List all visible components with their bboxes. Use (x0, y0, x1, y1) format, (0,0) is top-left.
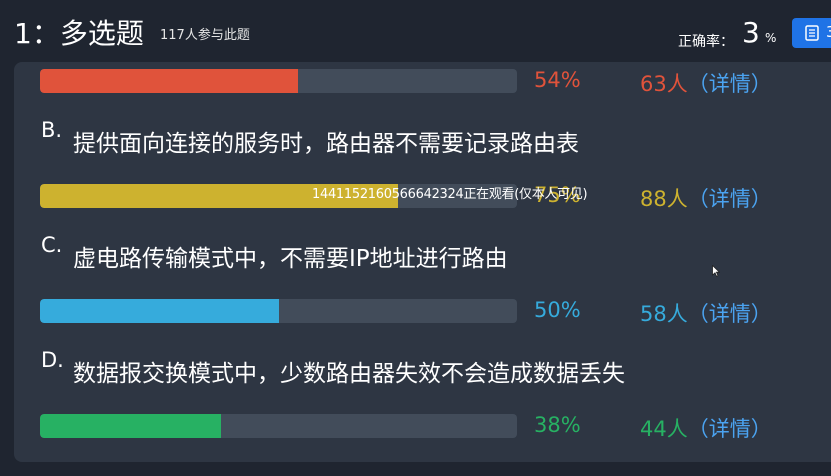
option-d-count: 44人 (640, 417, 688, 441)
option-c-percent: 50% (534, 298, 581, 322)
option-c-letter: C. (41, 233, 63, 257)
option-d-count-row: 44人（详情） (640, 413, 772, 443)
option-a-percent: 54% (534, 68, 581, 92)
option-c-count-row: 58人（详情） (640, 298, 772, 328)
option-a-close-paren: ） (750, 72, 772, 96)
option-a-open-paren: （ (687, 72, 709, 96)
results-panel: 54% 63人（详情） B. 提供面向连接的服务时，路由器不需要记录路由表 75… (14, 62, 831, 462)
option-c-count: 58人 (640, 302, 688, 326)
option-d-bar (40, 414, 517, 438)
option-a-detail-link[interactable]: 详情 (709, 72, 751, 96)
option-a-bar (40, 69, 517, 93)
option-b-count: 88人 (640, 187, 688, 211)
option-c-bar (40, 299, 517, 323)
option-d-detail-link[interactable]: 详情 (709, 417, 751, 441)
option-a-count: 63人 (640, 72, 688, 96)
option-b-open-paren: （ (687, 187, 709, 211)
accuracy-unit: % (765, 31, 777, 45)
list-button-label: 3 (826, 23, 831, 41)
option-a-count-row: 63人（详情） (640, 68, 772, 98)
option-c-fill (40, 299, 279, 323)
option-c-detail-link[interactable]: 详情 (709, 302, 751, 326)
list-icon (805, 25, 819, 41)
option-b-detail-link[interactable]: 详情 (709, 187, 751, 211)
option-d-open-paren: （ (687, 417, 709, 441)
option-b-count-row: 88人（详情） (640, 183, 772, 213)
option-d-letter: D. (41, 348, 64, 372)
accuracy-label: 正确率： (678, 34, 734, 50)
viewer-watermark: 1441152160566642324正在观看(仅本人可见) (312, 187, 588, 202)
option-b-text: 提供面向连接的服务时，路由器不需要记录路由表 (73, 131, 579, 157)
option-d-percent: 38% (534, 413, 581, 437)
option-c-close-paren: ） (750, 302, 772, 326)
question-title: 1：多选题 (14, 17, 144, 50)
option-b-close-paren: ） (750, 187, 772, 211)
option-c-open-paren: （ (687, 302, 709, 326)
mouse-cursor-icon (712, 265, 720, 277)
accuracy-value: 3 (742, 16, 760, 49)
option-c-text: 虚电路传输模式中，不需要IP地址进行路由 (73, 246, 508, 272)
option-b-letter: B. (41, 118, 63, 142)
option-d-close-paren: ） (750, 417, 772, 441)
question-list-button[interactable]: 3 (792, 18, 831, 48)
option-d-fill (40, 414, 222, 438)
option-a-fill (40, 69, 298, 93)
option-d-text: 数据报交换模式中，少数路由器失效不会造成数据丢失 (73, 361, 625, 387)
header: 1：多选题 117人参与此题 正确率： 3 % 3 (0, 0, 831, 62)
participant-count: 117人参与此题 (160, 28, 250, 43)
